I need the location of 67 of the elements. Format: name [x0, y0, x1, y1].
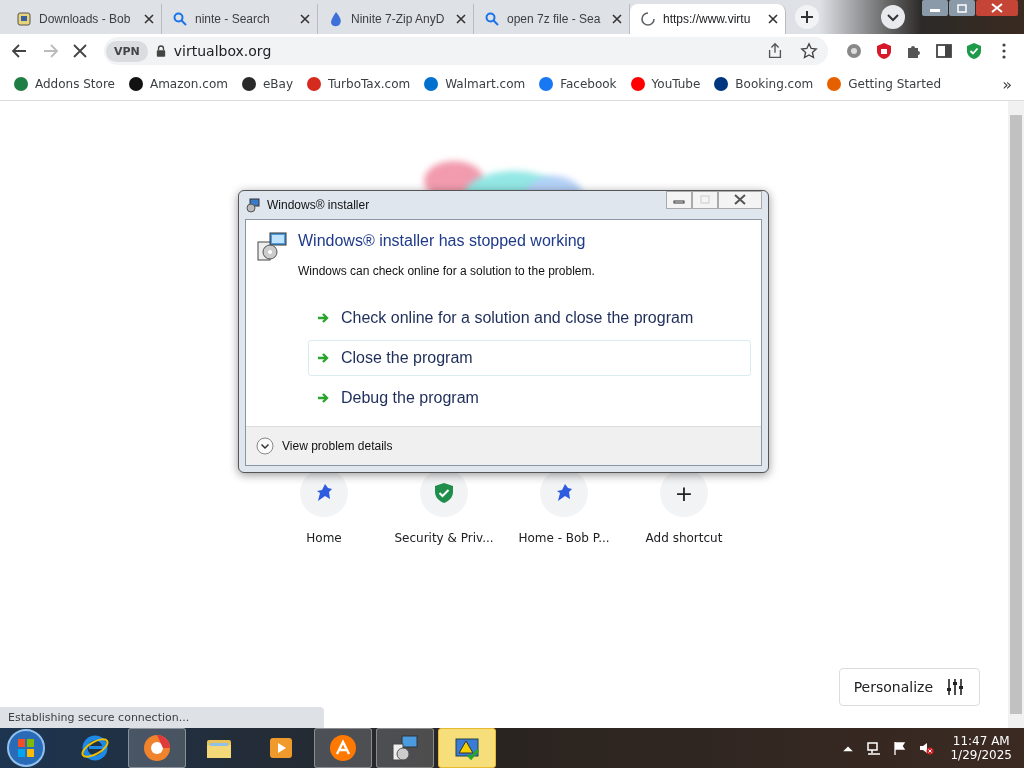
shortcut-tile[interactable]: Home - Bob P... — [516, 469, 612, 545]
address-bar[interactable]: VPN virtualbox.org — [104, 37, 828, 65]
status-text: Establishing secure connection... — [0, 707, 324, 728]
installer-icon — [390, 733, 420, 763]
star-icon[interactable] — [800, 42, 818, 60]
taskbar-app-button[interactable] — [438, 728, 496, 768]
bookmark-item[interactable]: Getting Started — [827, 77, 941, 91]
avast-logo-icon — [328, 733, 358, 763]
close-icon[interactable] — [976, 0, 1018, 16]
dialog-message: Windows can check online for a solution to the problem. — [298, 264, 595, 278]
browser-logo-icon — [142, 733, 172, 763]
shortcut-tile[interactable]: Security & Priv... — [396, 469, 492, 545]
bookmark-item[interactable]: Addons Store — [14, 77, 115, 91]
search-icon — [172, 11, 188, 27]
new-tab-icon[interactable] — [794, 4, 820, 30]
clock[interactable]: 11:47 AM 1/29/2025 — [944, 734, 1018, 762]
share-icon[interactable] — [766, 42, 784, 60]
arrow-icon — [317, 311, 331, 325]
chevron-down-icon — [256, 437, 274, 455]
tab-list-icon[interactable] — [880, 4, 906, 30]
vpn-badge[interactable]: VPN — [106, 40, 148, 62]
bookmark-item[interactable]: TurboTax.com — [307, 77, 411, 91]
bookmark-item[interactable]: Walmart.com — [424, 77, 526, 91]
arrow-icon — [317, 391, 331, 405]
bookmark-item[interactable]: eBay — [241, 77, 293, 91]
installer-icon — [245, 197, 261, 213]
command-link[interactable]: Debug the program — [308, 380, 751, 416]
close-icon[interactable] — [718, 191, 762, 209]
document-icon — [16, 11, 32, 27]
bookmark-item[interactable]: Facebook — [539, 77, 617, 91]
installer-icon — [256, 230, 288, 262]
bookmark-item[interactable]: Booking.com — [714, 77, 814, 91]
close-tab-icon[interactable] — [456, 14, 466, 24]
close-tab-icon[interactable] — [612, 14, 622, 24]
dialog-heading: Windows® installer has stopped working — [298, 232, 587, 250]
search-icon — [484, 11, 500, 27]
speaker-muted-icon[interactable] — [918, 740, 935, 756]
arrow-icon — [317, 351, 331, 365]
shield-check-icon[interactable] — [964, 41, 984, 61]
lock-icon — [155, 45, 166, 57]
loading-spinner-icon — [640, 11, 656, 27]
minimize-icon[interactable] — [922, 0, 948, 16]
browser-tab[interactable]: https://www.virtu — [630, 4, 786, 34]
network-icon[interactable] — [866, 740, 883, 756]
bookmark-item[interactable]: Amazon.com — [128, 77, 228, 91]
ie-logo-icon — [80, 733, 110, 763]
start-button[interactable] — [6, 728, 46, 768]
shield-icon[interactable] — [874, 41, 894, 61]
scrollbar[interactable] — [1008, 101, 1024, 728]
shield-check-icon — [432, 481, 456, 505]
dialog-title: Windows® installer — [267, 198, 370, 212]
minimize-icon[interactable] — [666, 191, 692, 209]
bookmark-item[interactable]: YouTube — [630, 77, 701, 91]
flame-icon — [328, 11, 344, 27]
close-tab-icon[interactable] — [300, 14, 310, 24]
maximize-icon — [692, 191, 718, 209]
add-glyph: + — [674, 480, 694, 506]
close-tab-icon[interactable] — [144, 14, 154, 24]
personalize-button[interactable]: Personalize — [838, 668, 980, 706]
shortcut-tile[interactable]: Home — [276, 469, 372, 545]
restore-icon[interactable] — [949, 0, 975, 16]
command-link[interactable]: Close the program — [308, 340, 751, 376]
side-panel-icon[interactable] — [934, 41, 954, 61]
sliders-icon — [945, 677, 965, 697]
close-tab-icon[interactable] — [768, 14, 778, 24]
command-link[interactable]: Check online for a solution and close the program — [308, 300, 751, 336]
more-bookmarks-button[interactable]: » — [1002, 74, 1012, 94]
